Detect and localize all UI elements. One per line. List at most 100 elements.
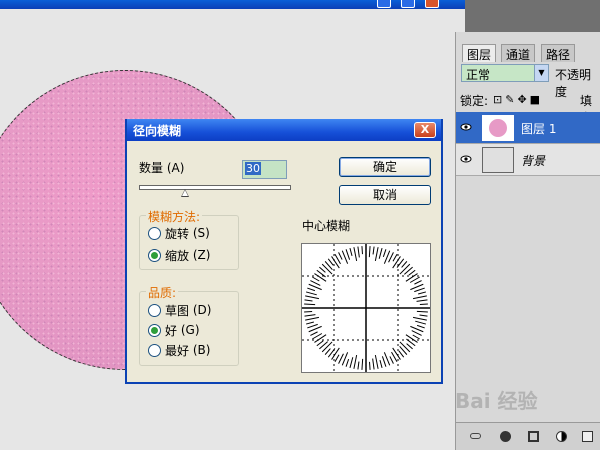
blur-ray bbox=[314, 334, 327, 343]
blur-ray bbox=[357, 246, 360, 258]
blur-ray bbox=[412, 295, 427, 300]
blur-ray bbox=[374, 354, 379, 369]
radio-zoom[interactable]: 缩放 (Z) bbox=[148, 247, 210, 263]
slider-thumb-icon[interactable] bbox=[180, 189, 189, 197]
blur-ray bbox=[331, 256, 340, 269]
blur-ray bbox=[319, 266, 326, 273]
blur-method-group: 模糊方法: 旋转 (S) 缩放 (Z) bbox=[139, 208, 239, 270]
blur-ray bbox=[345, 249, 351, 260]
radio-icon[interactable] bbox=[148, 226, 161, 240]
radio-draft[interactable]: 草图 (D) bbox=[148, 302, 211, 318]
watermark: Bai 经验 bbox=[455, 389, 538, 413]
blur-ray bbox=[361, 358, 364, 370]
pink-circle-thumb-icon bbox=[489, 119, 507, 137]
blur-ray bbox=[304, 311, 313, 313]
blur-ray bbox=[353, 354, 358, 369]
blur-ray bbox=[374, 247, 379, 262]
blur-ray bbox=[316, 340, 324, 347]
blur-ray bbox=[408, 269, 416, 276]
folder-icon[interactable] bbox=[582, 431, 593, 442]
cancel-button[interactable]: 取消 bbox=[339, 185, 431, 205]
lock-move-icon[interactable]: ✥ bbox=[517, 93, 529, 106]
blur-ray bbox=[415, 320, 427, 325]
eye-icon[interactable] bbox=[460, 121, 472, 133]
blur-ray bbox=[331, 347, 340, 360]
blur-ray bbox=[399, 263, 411, 275]
blur-ray bbox=[357, 361, 360, 370]
amount-label: 数量 (A) bbox=[139, 161, 185, 175]
radio-icon[interactable] bbox=[148, 303, 161, 317]
blend-mode-select[interactable]: 正常 ▼ bbox=[461, 64, 549, 82]
blur-ray bbox=[382, 249, 387, 258]
blur-ray bbox=[416, 310, 428, 313]
blur-ray bbox=[379, 360, 383, 369]
layer-thumbnail bbox=[482, 147, 514, 173]
blur-ray bbox=[389, 356, 394, 364]
blur-ray bbox=[412, 334, 420, 340]
panel-tabs: 图层 通道 路径 bbox=[456, 42, 600, 62]
blur-ray bbox=[398, 350, 405, 358]
radio-best[interactable]: 最好 (B) bbox=[148, 342, 210, 358]
blur-ray bbox=[416, 324, 425, 329]
radio-good[interactable]: 好 (G) bbox=[148, 322, 200, 338]
ok-button[interactable]: 确定 bbox=[339, 157, 431, 177]
lock-all-icon[interactable]: ■ bbox=[530, 93, 543, 106]
blur-ray bbox=[310, 331, 318, 336]
blur-ray bbox=[419, 314, 428, 317]
blur-ray bbox=[381, 356, 387, 367]
blur-ray bbox=[372, 246, 375, 255]
lock-paint-icon[interactable]: ✎ bbox=[505, 93, 517, 106]
blur-ray bbox=[338, 252, 343, 260]
mask-icon[interactable] bbox=[528, 431, 539, 442]
link-icon[interactable] bbox=[470, 433, 481, 439]
chevron-down-icon[interactable]: ▼ bbox=[534, 65, 548, 81]
lock-label: 锁定: bbox=[460, 94, 489, 108]
blur-ray bbox=[414, 287, 425, 293]
document-titlebar bbox=[0, 0, 470, 9]
quality-group: 品质: 草图 (D) 好 (G) 最好 (B) bbox=[139, 284, 239, 366]
blur-ray bbox=[305, 321, 314, 325]
lock-transparency-icon[interactable]: ⊡ bbox=[493, 93, 505, 106]
blur-ray bbox=[324, 348, 331, 355]
blur-ray bbox=[361, 246, 363, 255]
layer-row[interactable]: 图层 1 bbox=[456, 112, 600, 144]
blur-ray bbox=[314, 273, 327, 282]
blur-ray bbox=[372, 358, 375, 370]
lock-icons[interactable]: ⊡✎✥■ bbox=[493, 93, 543, 106]
blur-ray bbox=[304, 303, 316, 306]
adjustment-icon[interactable] bbox=[556, 431, 567, 442]
blur-ray bbox=[418, 291, 427, 295]
blur-ray bbox=[392, 347, 401, 360]
layer-style-icon[interactable] bbox=[500, 431, 511, 442]
radio-icon[interactable] bbox=[148, 343, 161, 357]
tab-paths[interactable]: 路径 bbox=[541, 44, 576, 62]
layer-thumbnail bbox=[482, 115, 514, 141]
amount-slider[interactable] bbox=[139, 185, 291, 190]
blur-ray bbox=[305, 316, 320, 321]
blur-ray bbox=[304, 299, 313, 302]
blur-ray bbox=[399, 341, 411, 353]
radio-selected-icon[interactable] bbox=[148, 323, 161, 337]
layer-row[interactable]: 背景 bbox=[456, 144, 600, 176]
blur-ray bbox=[321, 263, 333, 275]
dialog-titlebar[interactable]: 径向模糊 X bbox=[127, 119, 441, 141]
blur-ray bbox=[307, 287, 316, 292]
minimize-icon[interactable] bbox=[377, 0, 391, 8]
blur-ray bbox=[349, 247, 353, 256]
tab-channels[interactable]: 通道 bbox=[501, 44, 536, 62]
blur-center-preview[interactable] bbox=[301, 243, 431, 373]
blur-ray bbox=[368, 246, 371, 258]
workspace-background bbox=[465, 0, 600, 32]
amount-input[interactable]: 30 bbox=[242, 160, 287, 179]
eye-icon[interactable] bbox=[460, 153, 472, 165]
blur-ray bbox=[416, 299, 428, 302]
radio-spin[interactable]: 旋转 (S) bbox=[148, 225, 210, 241]
blur-ray bbox=[401, 261, 408, 268]
maximize-icon[interactable] bbox=[401, 0, 415, 8]
blur-ray bbox=[414, 280, 422, 285]
layers-panel-toolbar bbox=[456, 422, 600, 450]
close-icon[interactable] bbox=[425, 0, 439, 8]
tab-layers[interactable]: 图层 bbox=[462, 44, 497, 62]
close-icon[interactable]: X bbox=[414, 122, 436, 138]
radio-selected-icon[interactable] bbox=[148, 248, 161, 262]
